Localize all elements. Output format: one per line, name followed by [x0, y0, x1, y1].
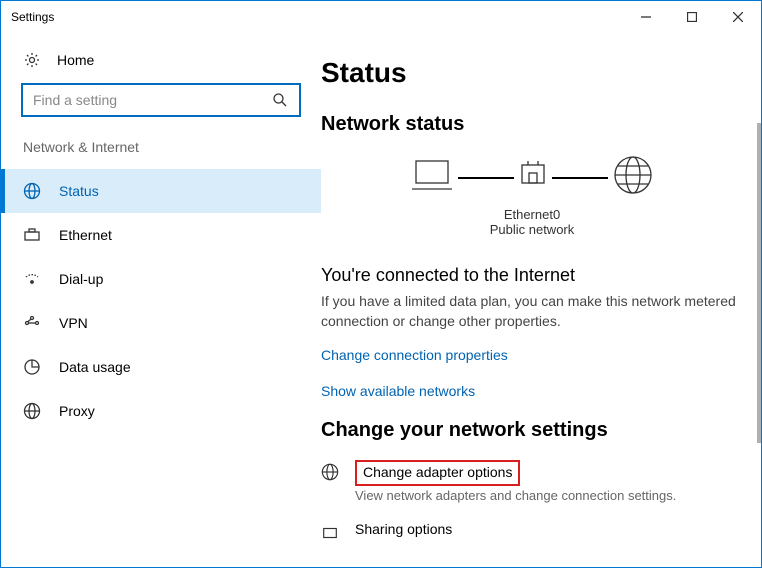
section-header: Network & Internet: [1, 139, 321, 169]
connection-status-body: If you have a limited data plan, you can…: [321, 292, 743, 331]
sharing-icon: [321, 524, 339, 542]
home-label: Home: [57, 52, 94, 68]
sidebar-item-ethernet[interactable]: Ethernet: [1, 213, 321, 257]
gear-icon: [23, 51, 41, 69]
sidebar-item-label: Data usage: [59, 359, 131, 375]
sidebar-item-status[interactable]: Status: [1, 169, 321, 213]
data-usage-icon: [23, 358, 41, 376]
close-button[interactable]: [715, 1, 761, 33]
connection-line: [458, 177, 514, 179]
connection-status-title: You're connected to the Internet: [321, 265, 743, 286]
window-controls: [623, 1, 761, 33]
sidebar-item-proxy[interactable]: Proxy: [1, 389, 321, 433]
maximize-button[interactable]: [669, 1, 715, 33]
network-profile: Public network: [321, 222, 743, 237]
connection-line: [552, 177, 608, 179]
sidebar-item-label: Proxy: [59, 403, 95, 419]
sidebar-item-label: Status: [59, 183, 99, 199]
page-title: Status: [321, 57, 743, 89]
titlebar: Settings: [1, 1, 761, 33]
adapter-icon: [518, 159, 548, 196]
adapter-name: Ethernet0: [321, 207, 743, 222]
sidebar-item-label: Ethernet: [59, 227, 112, 243]
network-diagram: [321, 154, 743, 201]
sidebar-item-datausage[interactable]: Data usage: [1, 345, 321, 389]
show-available-networks-link[interactable]: Show available networks: [321, 383, 743, 399]
sidebar-item-dialup[interactable]: Dial-up: [1, 257, 321, 301]
highlight-box: Change adapter options: [355, 460, 520, 486]
sharing-options-title: Sharing options: [355, 521, 743, 537]
scrollbar[interactable]: [757, 123, 761, 443]
adapter-options-title: Change adapter options: [363, 464, 512, 480]
search-icon: [271, 91, 289, 109]
sharing-options-row[interactable]: Sharing options: [321, 521, 743, 542]
change-connection-properties-link[interactable]: Change connection properties: [321, 347, 743, 363]
search-input[interactable]: [33, 92, 271, 108]
sidebar-item-label: VPN: [59, 315, 88, 331]
adapter-options-desc: View network adapters and change connect…: [355, 488, 743, 503]
main-content: Status Network status Ethernet0 Public n…: [321, 33, 761, 567]
search-box[interactable]: [21, 83, 301, 117]
change-adapter-options-row[interactable]: Change adapter options View network adap…: [321, 460, 743, 503]
computer-icon: [410, 157, 454, 198]
globe-icon: [321, 463, 339, 481]
window-title: Settings: [11, 10, 54, 24]
minimize-button[interactable]: [623, 1, 669, 33]
dialup-icon: [23, 270, 41, 288]
globe-icon: [23, 402, 41, 420]
home-button[interactable]: Home: [1, 41, 321, 83]
globe-icon: [23, 182, 41, 200]
ethernet-icon: [23, 226, 41, 244]
change-network-settings-heading: Change your network settings: [321, 419, 743, 442]
vpn-icon: [23, 314, 41, 332]
sidebar-item-vpn[interactable]: VPN: [1, 301, 321, 345]
sidebar: Home Network & Internet Status Ethernet …: [1, 33, 321, 567]
diagram-labels: Ethernet0 Public network: [321, 207, 743, 237]
sidebar-item-label: Dial-up: [59, 271, 103, 287]
network-status-heading: Network status: [321, 113, 743, 136]
globe-icon: [612, 154, 654, 201]
